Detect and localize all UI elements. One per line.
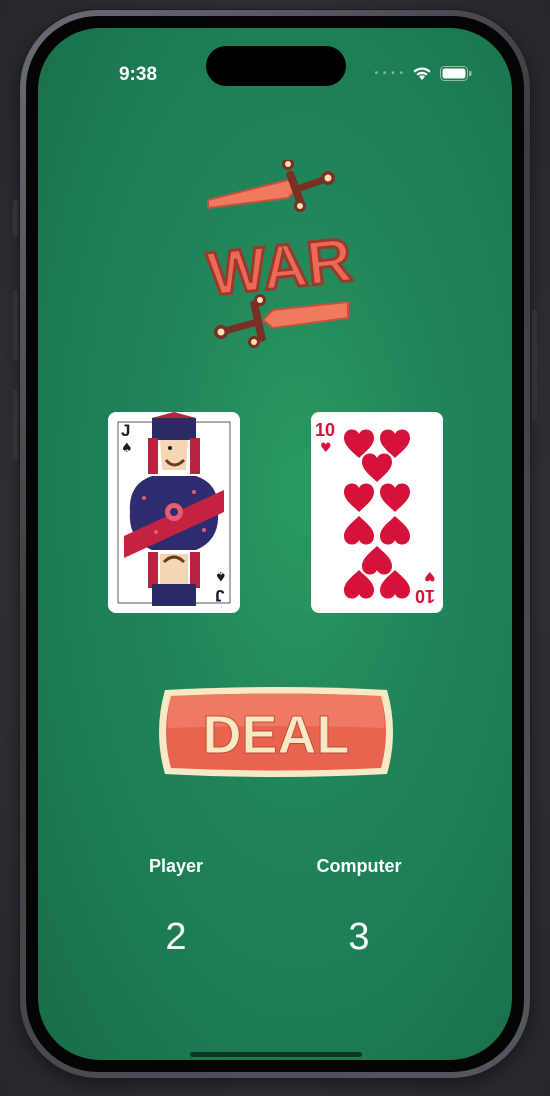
heart-pip [344, 483, 374, 512]
war-logo: WAR [188, 158, 368, 350]
spade-icon: ♠ [121, 441, 133, 456]
phone-frame: 9:38 • • • • WAR J ♠ ♠ J 10 ♥ ♥ 10 DEAL … [20, 10, 530, 1078]
heart-pip [362, 453, 392, 482]
computer-score-value: 3 [348, 916, 370, 958]
computer-card: 10 ♥ ♥ 10 [311, 412, 443, 613]
computer-score-label: Computer [316, 856, 402, 876]
heart-icon-bottom: ♥ [424, 568, 436, 583]
war-logo-text: WAR [204, 226, 355, 310]
power-button [532, 310, 537, 420]
battery-icon [440, 66, 472, 81]
ten-of-hearts-graphic: 10 ♥ ♥ 10 [315, 420, 436, 606]
war-logo-graphic: WAR [203, 158, 357, 348]
wifi-icon [413, 67, 431, 80]
heart-icon: ♥ [320, 441, 332, 456]
player-score-value: 2 [165, 916, 187, 958]
heart-pip [344, 516, 374, 545]
dynamic-island [206, 46, 346, 86]
card-rank-bottom: 10 [415, 586, 435, 606]
volume-up-button [13, 290, 18, 360]
player-card: J ♠ ♠ J [108, 412, 240, 613]
card-rank-top: J [121, 421, 130, 440]
home-indicator[interactable] [190, 1052, 362, 1057]
phone-bezel: 9:38 • • • • WAR J ♠ ♠ J 10 ♥ ♥ 10 DEAL … [26, 16, 524, 1072]
card-rank-bottom: J [215, 586, 224, 605]
jack-of-spades-graphic: J ♠ ♠ J [117, 412, 231, 606]
spade-icon-bottom: ♠ [215, 568, 227, 583]
deal-button-label: DEAL [203, 705, 350, 765]
top-sword-icon [207, 158, 335, 212]
heart-pip [380, 483, 410, 512]
player-score-label: Player [148, 856, 204, 876]
volume-down-button [13, 390, 18, 460]
signal-dots-icon: • • • • [374, 68, 404, 79]
status-time: 9:38 [118, 64, 158, 85]
mute-switch [13, 200, 18, 236]
status-icons: • • • • [375, 66, 472, 81]
heart-pip [362, 546, 392, 575]
card-rank-top: 10 [315, 420, 335, 440]
app-screen: 9:38 • • • • WAR J ♠ ♠ J 10 ♥ ♥ 10 DEAL … [38, 28, 512, 1060]
heart-pip [380, 516, 410, 545]
deal-button-graphic: DEAL [159, 687, 393, 777]
deal-button[interactable]: DEAL [151, 684, 401, 780]
